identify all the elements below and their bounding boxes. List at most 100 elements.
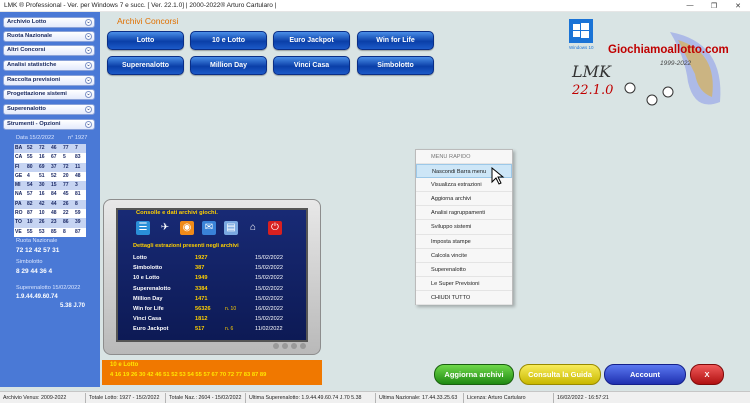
status-bar: Archivio Venus: 2009-2022 Totale Lotto: … xyxy=(0,391,750,403)
console-knobs xyxy=(273,343,306,349)
row-name: Simbolotto xyxy=(133,265,163,272)
window-title: LMK ® Professional - Ver. per Windows 7 … xyxy=(4,2,277,9)
menu-item-analisi-ragruppamenti[interactable]: Analisi ragruppamenti xyxy=(416,206,512,221)
windows-logo-icon: Windows 10 xyxy=(569,19,594,50)
sidebar-item-label: Superenalotto xyxy=(7,106,46,112)
table-cell: 22 xyxy=(62,209,74,219)
table-cell: 77 xyxy=(62,144,74,154)
million-day-button[interactable]: Million Day xyxy=(190,56,267,75)
table-row: BA 52 72 46 77 7 xyxy=(14,144,86,154)
table-cell: 20 xyxy=(62,171,74,182)
euro-jackpot-button[interactable]: Euro Jackpot xyxy=(273,31,350,50)
menu-item-chiudi-tutto[interactable]: CHIUDI TUTTO xyxy=(416,291,512,306)
table-cell: 67 xyxy=(50,153,62,163)
chevron-down-icon: ⌄ xyxy=(85,47,92,54)
exit-button[interactable]: X xyxy=(690,364,724,385)
book-icon[interactable]: ▤ xyxy=(224,221,238,235)
table-cell: 52 xyxy=(26,144,38,154)
list-item: 10 e Lotto 1949 15/02/2022 xyxy=(133,275,313,285)
chevron-down-icon: ⌄ xyxy=(85,19,92,26)
rss-icon[interactable]: ◉ xyxy=(180,221,194,235)
minimize-button[interactable]: — xyxy=(678,2,702,9)
vinci-casa-button[interactable]: Vinci Casa xyxy=(273,56,350,75)
table-row: GE 4 51 52 20 48 xyxy=(14,171,86,182)
simbolotto-button[interactable]: Simbolotto xyxy=(357,56,434,75)
row-date: 15/02/2022 xyxy=(255,275,283,282)
wheel-label: RO xyxy=(14,209,26,219)
lotto-button[interactable]: Lotto xyxy=(107,31,184,50)
table-cell: 85 xyxy=(50,227,62,237)
maximize-button[interactable]: ❐ xyxy=(702,2,726,10)
row-extra: n. 10 xyxy=(225,306,237,312)
table-cell: 16 xyxy=(38,190,50,200)
table-cell: 72 xyxy=(38,144,50,154)
win-for-life-button[interactable]: Win for Life xyxy=(357,31,434,50)
table-cell: 3 xyxy=(74,181,86,191)
list-icon[interactable]: ☰ xyxy=(136,221,150,235)
logo-brand: LMK xyxy=(572,62,611,81)
menu-item-sviluppo-sistemi[interactable]: Sviluppo sistemi xyxy=(416,220,512,235)
sidebar-item-label: Ruota Nazionale xyxy=(7,33,53,39)
table-cell: 87 xyxy=(74,227,86,237)
sidebar-item-altri-concorsi[interactable]: Altri Concorsi ⌄ xyxy=(3,45,95,56)
aggiorna-archivi-button[interactable]: Aggiorna archivi xyxy=(434,364,514,385)
sidebar-item-ruota-nazionale[interactable]: Ruota Nazionale ⌄ xyxy=(3,31,95,42)
list-item: Superenalotto 3384 15/02/2022 xyxy=(133,286,313,296)
table-cell: 10 xyxy=(38,209,50,219)
sidebar-item-label: Analisi statistiche xyxy=(7,62,57,68)
close-window-button[interactable]: ✕ xyxy=(726,2,750,10)
row-value: 56326 xyxy=(195,306,211,312)
wheel-label: PA xyxy=(14,199,26,210)
table-cell: 69 xyxy=(38,162,50,172)
row-value: 1471 xyxy=(195,295,208,302)
table-cell: 23 xyxy=(50,218,62,228)
home-icon[interactable]: ⌂ xyxy=(246,221,260,235)
table-cell: 10 xyxy=(26,218,38,228)
table-cell: 72 xyxy=(62,162,74,172)
sidebar-item-raccolta-previsioni[interactable]: Raccolta previsioni ⌄ xyxy=(3,75,95,86)
menu-item-calcola-vincite[interactable]: Calcola vincite xyxy=(416,249,512,263)
table-cell: 8 xyxy=(62,227,74,237)
sidebar-item-archivio-lotto[interactable]: Archivio Lotto ⌄ xyxy=(3,17,95,28)
wheel-label: TO xyxy=(14,218,26,228)
sidebar-item-progettazione-sistemi[interactable]: Progettazione sistemi ⌄ xyxy=(3,89,95,100)
account-button[interactable]: Account xyxy=(604,364,686,385)
sidebar-item-superenalotto[interactable]: Superenalotto ⌄ xyxy=(3,104,95,115)
table-cell: 87 xyxy=(26,209,38,219)
power-icon[interactable]: ⏻ xyxy=(268,221,282,235)
table-row: PA 82 42 44 26 8 xyxy=(14,199,86,210)
table-cell: 86 xyxy=(62,218,74,228)
row-extra: n. 6 xyxy=(225,326,234,333)
menu-item-imposta-stampe[interactable]: Imposta stampe xyxy=(416,235,512,249)
menu-item-superenalotto[interactable]: Superenalotto xyxy=(416,263,512,277)
superenalotto-button[interactable]: Superenalotto xyxy=(107,56,184,75)
table-cell: 80 xyxy=(26,162,38,172)
logo-years: 1999-2022 xyxy=(660,60,692,67)
list-item: Million Day 1471 15/02/2022 xyxy=(133,296,313,306)
menu-item-super-previsioni[interactable]: Le Super Previsioni xyxy=(416,277,512,291)
table-cell: 46 xyxy=(50,144,62,154)
sidebar-item-strumenti-opzioni[interactable]: Strumenti - Opzioni ⌄ xyxy=(3,119,95,130)
mail-icon[interactable]: ✉ xyxy=(202,221,216,235)
table-cell: 4 xyxy=(26,171,38,182)
row-name: Superenalotto xyxy=(133,285,171,292)
10-e-lotto-title: 10 e Lotto xyxy=(110,362,139,368)
sidebar-item-analisi-statistiche[interactable]: Analisi statistiche ⌄ xyxy=(3,60,95,71)
status-totale-lotto: Totale Lotto: 1927 - 15/2/2022 xyxy=(86,393,166,403)
chevron-down-icon: ⌄ xyxy=(85,121,92,128)
status-licenza: Licenza: Arturo Cartularo xyxy=(464,393,554,403)
superenalotto-extra: 5.38 J.70 xyxy=(60,303,86,309)
satellite-icon[interactable]: ✈ xyxy=(158,221,172,235)
wheel-label: VE xyxy=(14,227,26,237)
10-e-lotto-button[interactable]: 10 e Lotto xyxy=(190,31,267,50)
row-date: 11/02/2022 xyxy=(255,326,283,333)
table-cell: 48 xyxy=(74,171,86,182)
context-menu-header: MENU RAPIDO xyxy=(416,150,512,165)
table-row: MI 54 30 15 77 3 xyxy=(14,181,86,191)
consulta-guida-button[interactable]: Consulta la Guida xyxy=(519,364,601,385)
status-archivio: Archivio Venus: 2009-2022 xyxy=(0,393,86,403)
sidebar-item-label: Altri Concorsi xyxy=(7,47,46,53)
menu-item-aggiorna-archivi[interactable]: Aggiorna archivi xyxy=(416,192,512,207)
status-totale-nazionale: Totale Naz.: 2604 - 15/02/2022 xyxy=(166,393,246,403)
row-name: Vinci Casa xyxy=(133,316,162,323)
